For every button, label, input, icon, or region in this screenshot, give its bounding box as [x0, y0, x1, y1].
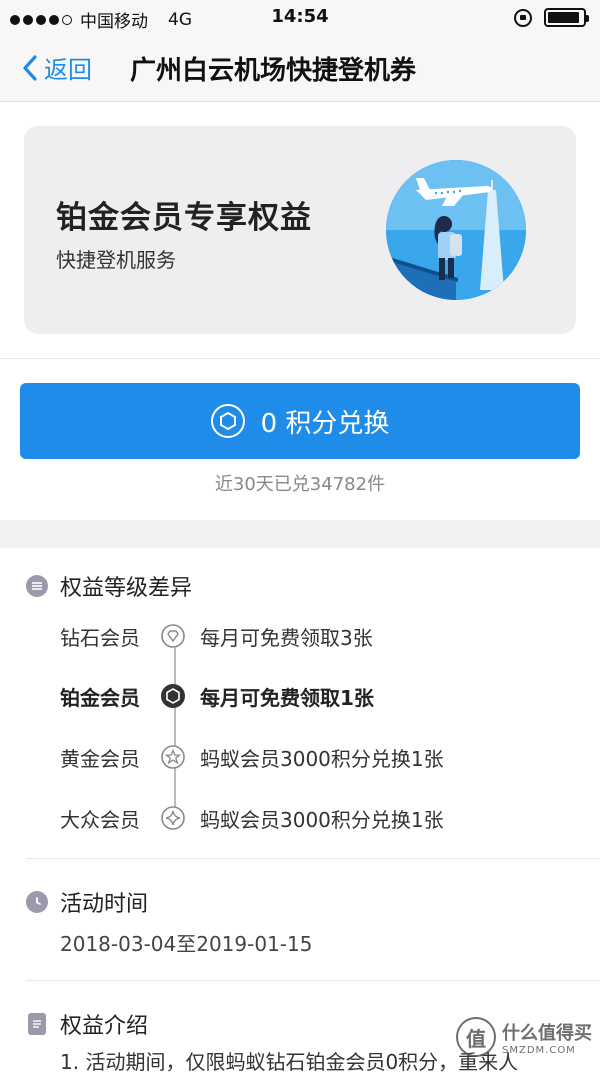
level-row-gold: 黄金会员 蚂蚁会员3000积分兑换1张: [60, 737, 444, 777]
page-title: 广州白云机场快捷登机券: [130, 50, 416, 87]
level-row-diamond: 钻石会员 每月可免费领取3张: [60, 616, 373, 656]
level-name: 黄金会员: [60, 743, 158, 772]
watermark-subtext: SMZDM.COM: [502, 1045, 592, 1056]
public-badge-icon: [160, 805, 186, 831]
nav-bar: 返回 广州白云机场快捷登机券: [0, 36, 600, 102]
level-benefit: 蚂蚁会员3000积分兑换1张: [200, 804, 444, 833]
divider: [26, 980, 600, 981]
back-label: 返回: [44, 50, 92, 85]
time-section-title: 活动时间: [60, 886, 148, 918]
level-timeline-line: [174, 648, 176, 818]
level-benefit: 每月可免费领取1张: [200, 682, 374, 711]
watermark-text: 什么值得买: [502, 1019, 592, 1045]
orientation-lock-icon: [514, 9, 532, 27]
battery-level: [548, 12, 579, 23]
level-benefit: 每月可免费领取3张: [200, 622, 373, 651]
hero-title: 铂金会员专享权益: [56, 192, 312, 237]
status-time: 14:54: [0, 6, 600, 27]
level-row-platinum: 铂金会员 每月可免费领取1张: [60, 676, 374, 716]
intro-text-line: 1. 活动期间，仅限蚂蚁钻石铂金会员0积分，重来人: [60, 1046, 518, 1075]
clock-icon: [26, 891, 48, 913]
level-name: 大众会员: [60, 804, 158, 833]
gold-star-badge-icon: [160, 744, 186, 770]
watermark-logo: 值: [456, 1017, 496, 1057]
activity-date-range: 2018-03-04至2019-01-15: [60, 928, 312, 957]
redeem-count-text: 近30天已兑34782件: [0, 470, 600, 496]
section-gap: [0, 520, 600, 548]
level-row-public: 大众会员 蚂蚁会员3000积分兑换1张: [60, 798, 444, 838]
intro-section-header: 权益介绍: [26, 1008, 148, 1040]
airplane-traveler-illustration: [386, 160, 526, 300]
back-button[interactable]: 返回: [22, 50, 92, 85]
intro-section-title: 权益介绍: [60, 1008, 148, 1040]
redeem-button[interactable]: 0 积分兑换: [20, 383, 580, 459]
divider: [26, 858, 600, 859]
hero-subtitle: 快捷登机服务: [56, 244, 176, 273]
benefit-hero-card: 铂金会员专享权益 快捷登机服务: [24, 126, 576, 334]
battery-icon: [544, 8, 586, 27]
redeem-label: 0 积分兑换: [261, 403, 390, 440]
status-right: [514, 8, 586, 27]
divider: [0, 358, 600, 359]
status-bar: 中国移动 4G 14:54: [0, 0, 600, 36]
level-name: 铂金会员: [60, 682, 158, 711]
chevron-left-icon: [22, 54, 38, 82]
level-name: 钻石会员: [60, 622, 158, 651]
site-watermark: 值 什么值得买 SMZDM.COM: [456, 1017, 592, 1057]
document-icon: [28, 1013, 46, 1035]
list-icon: [26, 575, 48, 597]
platinum-badge-icon: [160, 683, 186, 709]
points-coin-icon: [211, 404, 245, 438]
levels-section-header: 权益等级差异: [26, 570, 192, 602]
level-benefit: 蚂蚁会员3000积分兑换1张: [200, 743, 444, 772]
time-section-header: 活动时间: [26, 886, 148, 918]
diamond-badge-icon: [160, 623, 186, 649]
levels-section-title: 权益等级差异: [60, 570, 192, 602]
